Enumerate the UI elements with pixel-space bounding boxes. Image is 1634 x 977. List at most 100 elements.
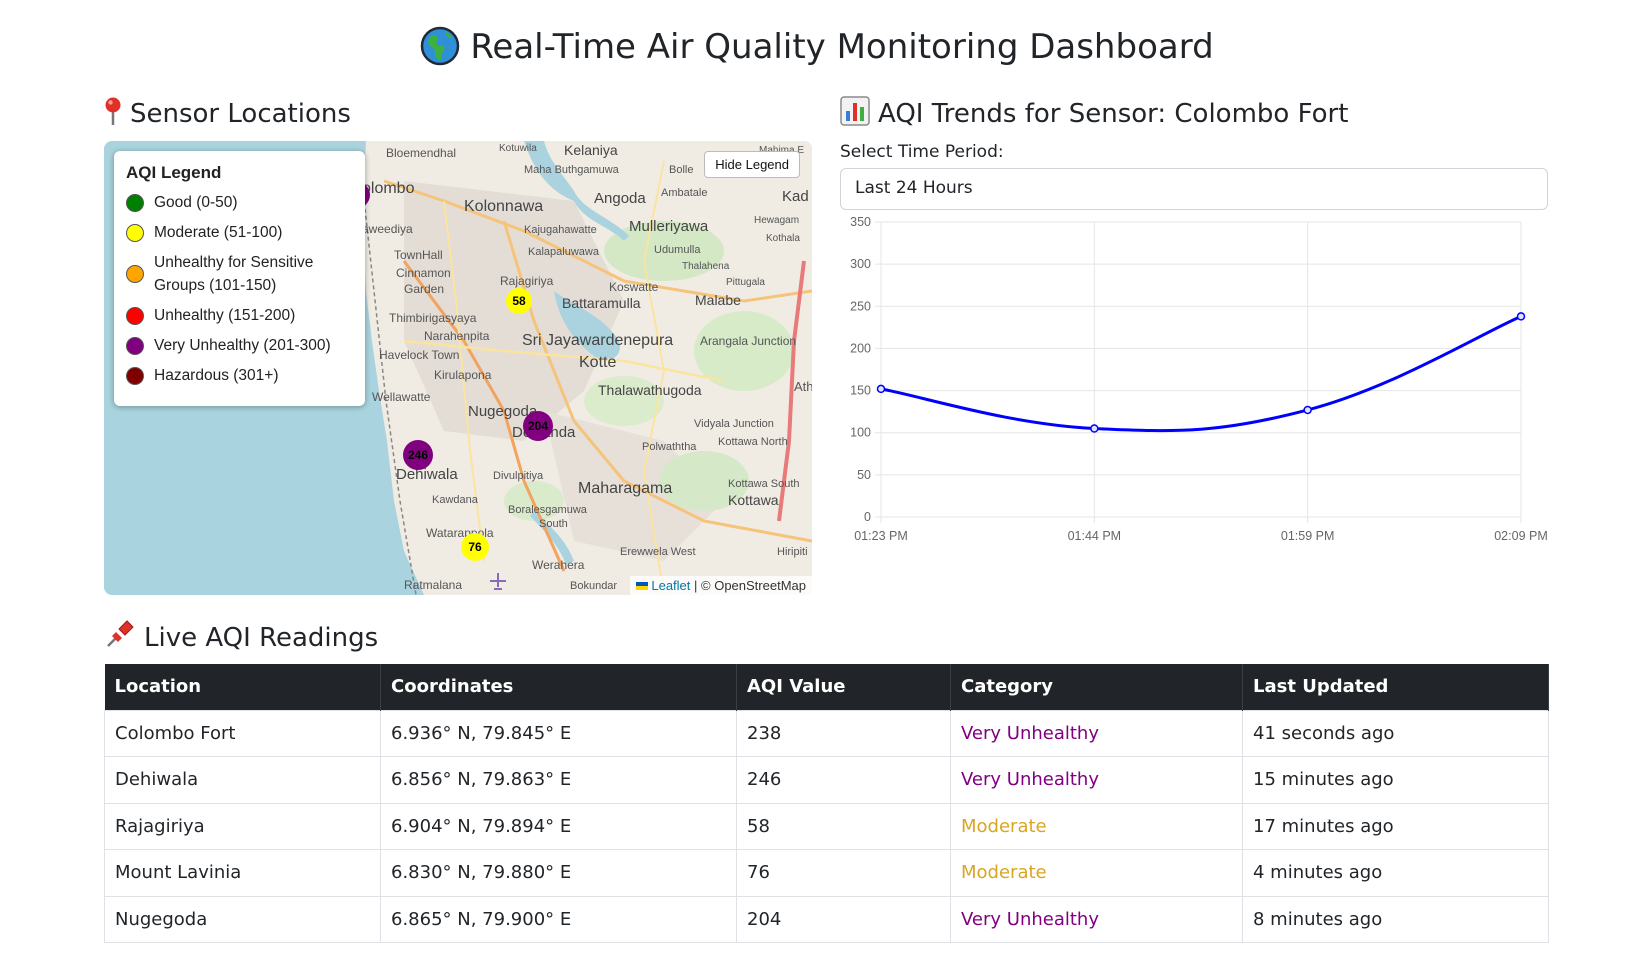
legend-swatch xyxy=(126,265,144,283)
cell-category: Moderate xyxy=(950,802,1243,850)
legend-swatch xyxy=(126,306,144,325)
aqi-trend-chart: 0 50 100 150 200 250 300 350 01:23 PM 01:44 PM 01:… xyxy=(850,215,1548,543)
cell-coordinates: 6.865° N, 79.900° E xyxy=(380,895,737,943)
map-label: Boralesgamuwa xyxy=(508,504,588,516)
map-label: Thalawathugoda xyxy=(598,382,702,398)
map-label: Pittugala xyxy=(726,277,765,288)
column-header[interactable]: AQI Value xyxy=(736,664,951,710)
map-label: Hewagam xyxy=(754,215,799,226)
table-header-row: Location Coordinates AQI Value Category … xyxy=(104,664,1549,710)
time-period-select[interactable]: Last 24 Hours xyxy=(840,168,1548,210)
y-tick-label: 50 xyxy=(857,468,871,482)
map-label: Kottawa South xyxy=(728,478,800,490)
x-tick-label: 01:23 PM xyxy=(854,529,908,543)
cell-location: Dehiwala xyxy=(104,756,381,804)
aqi-marker-nugegoda[interactable]: 204 xyxy=(523,411,553,441)
sensor-map[interactable]: Bloemendhal Kelaniya Kotuwila Mahima E M… xyxy=(104,141,812,595)
column-header[interactable]: Coordinates xyxy=(380,664,737,710)
x-tick-label: 01:59 PM xyxy=(1281,529,1335,543)
map-label: Werahera xyxy=(532,558,585,572)
page-title: Real-Time Air Quality Monitoring Dashboa… xyxy=(0,26,1634,67)
map-label: Koswatte xyxy=(609,280,659,294)
column-header[interactable]: Last Updated xyxy=(1242,664,1549,710)
y-tick-label: 150 xyxy=(850,384,871,398)
legend-item-moderate: Moderate (51-100) xyxy=(126,221,353,244)
aqi-marker-mount-lavinia[interactable]: 76 xyxy=(461,533,489,561)
cell-last-updated: 4 minutes ago xyxy=(1242,849,1549,897)
column-header[interactable]: Location xyxy=(104,664,381,710)
column-header[interactable]: Category xyxy=(950,664,1243,710)
leaflet-link[interactable]: Leaflet xyxy=(651,578,690,593)
map-label: Bolle xyxy=(669,164,693,176)
data-point xyxy=(1090,424,1099,433)
map-label: Kawdana xyxy=(432,494,479,506)
map-label: Erewwela West xyxy=(620,546,696,558)
cell-last-updated: 17 minutes ago xyxy=(1242,802,1549,850)
table-row[interactable]: Nugegoda 6.865° N, 79.900° E 204 Very Un… xyxy=(104,895,1549,943)
map-label: Divulpitiya xyxy=(493,470,544,482)
aqi-trends-heading-text: AQI Trends for Sensor: Colombo Fort xyxy=(878,99,1349,129)
map-label: Dehiwala xyxy=(396,466,458,483)
sensor-locations-heading: Sensor Locations xyxy=(104,96,351,133)
legend-item-good: Good (0-50) xyxy=(126,191,353,214)
cell-category: Very Unhealthy xyxy=(950,895,1243,943)
map-label: Udumulla xyxy=(654,244,701,256)
y-tick-label: 250 xyxy=(850,299,871,313)
cell-location: Mount Lavinia xyxy=(104,849,381,897)
map-label: Kotte xyxy=(579,354,616,371)
data-point xyxy=(1303,405,1312,415)
map-label: Mulleriyawa xyxy=(629,218,709,235)
map-label: Kirulapona xyxy=(434,368,492,382)
sensor-locations-heading-text: Sensor Locations xyxy=(130,99,351,129)
cell-category: Very Unhealthy xyxy=(950,709,1243,757)
y-tick-label: 350 xyxy=(850,215,871,229)
map-label: Kottawa North xyxy=(718,436,788,448)
legend-label: Good (0-50) xyxy=(154,194,238,211)
map-label: South xyxy=(539,518,568,530)
cell-last-updated: 8 minutes ago xyxy=(1242,895,1549,943)
map-label: Cinnamon xyxy=(396,266,451,280)
table-row[interactable]: Mount Lavinia 6.830° N, 79.880° E 76 Mod… xyxy=(104,849,1549,897)
map-label: Kajugahawatte xyxy=(524,224,597,236)
cell-coordinates: 6.830° N, 79.880° E xyxy=(380,849,737,897)
map-label: Kad xyxy=(782,188,809,205)
map-attribution: Leaflet | © OpenStreetMap xyxy=(629,576,812,595)
table-row[interactable]: Dehiwala 6.856° N, 79.863° E 246 Very Un… xyxy=(104,756,1549,804)
map-label: Wellawatte xyxy=(372,390,431,404)
cell-location: Colombo Fort xyxy=(104,709,381,757)
map-label: Kalapaluwawa xyxy=(528,246,600,258)
aqi-legend: AQI Legend Good (0-50) Moderate (51-100)… xyxy=(114,151,365,406)
map-label: Arangala Junction xyxy=(700,334,796,348)
legend-item-usg: Unhealthy for Sensitive Groups (101-150) xyxy=(126,251,353,297)
hide-legend-button[interactable]: Hide Legend xyxy=(704,151,800,178)
map-label: Kelaniya xyxy=(564,142,618,158)
y-tick-label: 200 xyxy=(850,341,871,355)
map-label: Angoda xyxy=(594,190,646,207)
map-label: Thimbirigasyaya xyxy=(389,311,477,325)
aqi-marker-dehiwala[interactable]: 246 xyxy=(403,440,433,470)
table-row[interactable]: Rajagiriya 6.904° N, 79.894° E 58 Modera… xyxy=(104,802,1549,850)
cell-last-updated: 41 seconds ago xyxy=(1242,709,1549,757)
live-readings-heading: Live AQI Readings xyxy=(104,618,378,657)
cell-aqi: 58 xyxy=(736,802,951,850)
table-row[interactable]: Colombo Fort 6.936° N, 79.845° E 238 Ver… xyxy=(104,709,1549,757)
aqi-marker-rajagiriya[interactable]: 58 xyxy=(506,288,532,314)
map-label: Battaramulla xyxy=(562,295,641,311)
y-tick-label: 300 xyxy=(850,257,871,271)
aqi-readings-table: Location Coordinates AQI Value Category … xyxy=(104,664,1549,943)
cell-coordinates: 6.936° N, 79.845° E xyxy=(380,709,737,757)
map-label: Kothala xyxy=(766,233,800,244)
legend-label: Unhealthy for Sensitive Groups (101-150) xyxy=(154,254,314,294)
cell-aqi: 246 xyxy=(736,756,951,804)
cell-coordinates: 6.904° N, 79.894° E xyxy=(380,802,737,850)
cell-aqi: 204 xyxy=(736,895,951,943)
data-point xyxy=(1516,312,1526,321)
y-tick-label: 100 xyxy=(850,426,871,440)
live-readings-heading-text: Live AQI Readings xyxy=(144,623,379,653)
legend-item-very-unhealthy: Very Unhealthy (201-300) xyxy=(126,334,353,357)
cell-last-updated: 15 minutes ago xyxy=(1242,756,1549,804)
map-label: Maha Buthgamuwa xyxy=(524,164,620,176)
legend-label: Moderate (51-100) xyxy=(154,224,283,241)
legend-swatch xyxy=(126,193,144,212)
map-label: Maharagama xyxy=(578,480,672,497)
